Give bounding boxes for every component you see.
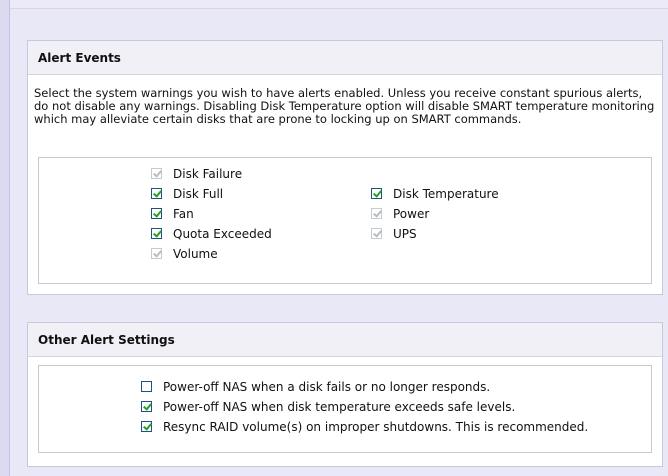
- other-alert-settings-box: Power-off NAS when a disk fails or no lo…: [38, 365, 652, 453]
- option-label: Quota Exceeded: [173, 227, 272, 241]
- other-alert-settings-panel: Other Alert Settings Power-off NAS when …: [27, 322, 663, 467]
- option-label: Disk Full: [173, 187, 224, 201]
- option-label: Power: [393, 207, 430, 221]
- disk-failure-checkbox[interactable]: [151, 168, 162, 179]
- disk-full-checkbox[interactable]: [151, 188, 162, 199]
- option-power[interactable]: Power: [371, 206, 429, 222]
- option-disk-full[interactable]: Disk Full: [151, 186, 223, 202]
- option-label: Power-off NAS when disk temperature exce…: [163, 400, 516, 414]
- alert-events-description: Select the system warnings you wish to h…: [34, 86, 655, 126]
- option-label: Volume: [173, 247, 218, 261]
- resync-raid-checkbox[interactable]: [141, 421, 152, 432]
- option-disk-temperature[interactable]: Disk Temperature: [371, 186, 499, 202]
- option-poweroff-temperature[interactable]: Power-off NAS when disk temperature exce…: [141, 399, 515, 415]
- fan-checkbox[interactable]: [151, 208, 162, 219]
- poweroff-temperature-checkbox[interactable]: [141, 401, 152, 412]
- other-alert-settings-title: Other Alert Settings: [28, 323, 662, 357]
- alert-events-options-box: Disk Failure Disk Full Disk Temperature …: [38, 157, 652, 284]
- option-poweroff-disk-fail[interactable]: Power-off NAS when a disk fails or no lo…: [141, 379, 490, 395]
- option-label: UPS: [393, 227, 417, 241]
- option-label: Disk Failure: [173, 167, 243, 181]
- option-ups[interactable]: UPS: [371, 226, 417, 242]
- option-label: Resync RAID volume(s) on improper shutdo…: [163, 420, 589, 434]
- quota-exceeded-checkbox[interactable]: [151, 228, 162, 239]
- option-label: Disk Temperature: [393, 187, 499, 201]
- volume-checkbox[interactable]: [151, 248, 162, 259]
- option-fan[interactable]: Fan: [151, 206, 194, 222]
- option-volume[interactable]: Volume: [151, 246, 218, 262]
- top-frame-edge: [0, 0, 668, 9]
- option-quota-exceeded[interactable]: Quota Exceeded: [151, 226, 272, 242]
- left-frame-edge: [0, 0, 10, 476]
- power-checkbox[interactable]: [371, 208, 382, 219]
- option-disk-failure[interactable]: Disk Failure: [151, 166, 242, 182]
- ups-checkbox[interactable]: [371, 228, 382, 239]
- poweroff-disk-fail-checkbox[interactable]: [141, 381, 152, 392]
- alert-events-panel: Alert Events Select the system warnings …: [27, 40, 663, 295]
- disk-temperature-checkbox[interactable]: [371, 188, 382, 199]
- option-label: Power-off NAS when a disk fails or no lo…: [163, 380, 491, 394]
- option-label: Fan: [173, 207, 194, 221]
- alert-events-title: Alert Events: [28, 41, 662, 75]
- option-resync-raid[interactable]: Resync RAID volume(s) on improper shutdo…: [141, 419, 588, 435]
